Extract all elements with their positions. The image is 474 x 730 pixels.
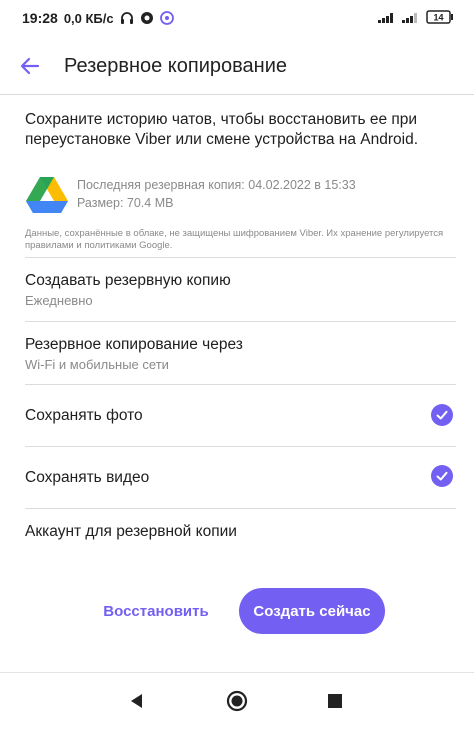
setting-save-videos[interactable]: Сохранять видео	[0, 447, 474, 507]
setting-save-photos-title: Сохранять фото	[25, 407, 143, 424]
checkmark-icon	[436, 471, 448, 481]
signal-icon-1	[378, 11, 396, 23]
page-title: Резервное копирование	[64, 55, 288, 77]
last-backup-text: Последняя резервная копия: 04.02.2022 в …	[77, 178, 356, 192]
battery-icon: 14	[426, 10, 454, 24]
checkmark-icon	[436, 410, 448, 420]
app-bar: Резервное копирование	[0, 36, 474, 95]
back-arrow-icon[interactable]	[18, 54, 42, 78]
setting-create-backup[interactable]: Создавать резервную копию Ежедневно	[0, 258, 474, 320]
backup-size-text: Размер: 70.4 MB	[77, 196, 174, 210]
setting-backup-via-title: Резервное копирование через	[25, 336, 243, 353]
nav-home-icon[interactable]	[225, 689, 249, 713]
disclaimer-text: Данные, сохранённые в облаке, не защищен…	[25, 228, 444, 251]
status-time: 19:28	[22, 10, 58, 26]
setting-create-backup-title: Создавать резервную копию	[25, 272, 231, 289]
setting-backup-via-value: Wi-Fi и мобильные сети	[25, 357, 169, 372]
setting-backup-account[interactable]: Аккаунт для резервной копии	[0, 509, 474, 555]
setting-backup-via[interactable]: Резервное копирование через Wi-Fi и моби…	[0, 322, 474, 384]
nav-back-icon[interactable]	[125, 689, 149, 713]
status-bar: 19:28 0,0 КБ/с 14	[0, 0, 474, 36]
save-videos-checkbox[interactable]	[431, 465, 453, 487]
save-photos-checkbox[interactable]	[431, 404, 453, 426]
network-speed: 0,0 КБ/с	[63, 10, 114, 26]
setting-save-photos[interactable]: Сохранять фото	[0, 385, 474, 445]
setting-backup-account-title: Аккаунт для резервной копии	[25, 523, 237, 540]
create-now-button[interactable]: Создать сейчас	[239, 588, 385, 634]
intro-text: Сохраните историю чатов, чтобы восстанов…	[25, 111, 419, 148]
system-nav-bar	[0, 672, 474, 730]
google-drive-icon	[25, 175, 69, 215]
headphones-icon	[120, 11, 134, 25]
setting-create-backup-value: Ежедневно	[25, 293, 93, 308]
restore-button[interactable]: Восстановить	[93, 589, 219, 633]
signal-icon-2	[402, 11, 420, 23]
record-icon	[140, 11, 154, 25]
battery-level: 14	[433, 13, 443, 23]
status-left: 19:28 0,0 КБ/с	[22, 10, 174, 26]
setting-save-videos-title: Сохранять видео	[25, 469, 150, 486]
backup-info: Последняя резервная копия: 04.02.2022 в …	[77, 176, 356, 212]
nav-recents-icon[interactable]	[323, 689, 347, 713]
viber-icon	[159, 11, 174, 25]
status-right: 14	[378, 10, 454, 24]
